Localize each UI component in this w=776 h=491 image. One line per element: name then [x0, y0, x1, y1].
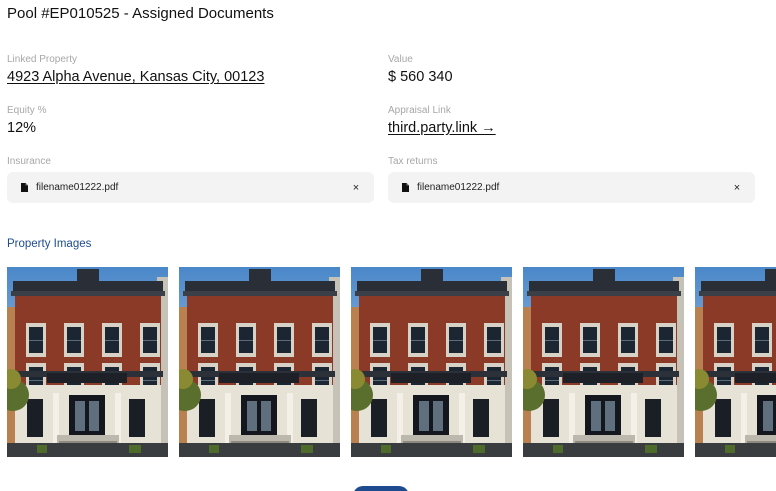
linked-property-field: Linked Property 4923 Alpha Avenue, Kansa…	[7, 54, 264, 85]
primary-action-button[interactable]	[353, 486, 409, 491]
value-amount: $ 560 340	[388, 69, 453, 85]
property-image[interactable]	[7, 267, 168, 457]
property-image[interactable]	[523, 267, 684, 457]
property-image[interactable]	[179, 267, 340, 457]
tax-returns-file-name: filename01222.pdf	[417, 182, 500, 193]
equity-field: Equity % 12%	[7, 105, 46, 136]
insurance-file-chip[interactable]: filename01222.pdf ×	[7, 172, 374, 203]
file-icon	[402, 183, 409, 192]
appraisal-field: Appraisal Link third.party.link →	[388, 105, 496, 136]
tax-returns-label: Tax returns	[388, 156, 438, 167]
linked-property-label: Linked Property	[7, 54, 78, 65]
property-image[interactable]	[351, 267, 512, 457]
file-icon	[21, 183, 28, 192]
page-title: Pool #EP010525 - Assigned Documents	[7, 5, 274, 22]
equity-label: Equity %	[7, 105, 47, 116]
close-icon[interactable]: ×	[350, 182, 362, 194]
value-label: Value	[388, 54, 413, 65]
linked-property-link[interactable]: 4923 Alpha Avenue, Kansas City, 00123	[7, 69, 264, 85]
property-images-gallery[interactable]	[7, 267, 776, 457]
appraisal-link[interactable]: third.party.link →	[388, 120, 496, 136]
appraisal-label: Appraisal Link	[388, 105, 451, 116]
close-icon[interactable]: ×	[731, 182, 743, 194]
value-field: Value $ 560 340	[388, 54, 453, 85]
property-images-title: Property Images	[7, 238, 92, 250]
property-image[interactable]	[695, 267, 776, 457]
insurance-file-name: filename01222.pdf	[36, 182, 119, 193]
tax-returns-file-chip[interactable]: filename01222.pdf ×	[388, 172, 755, 203]
insurance-label: Insurance	[7, 156, 51, 167]
equity-value: 12%	[7, 120, 37, 136]
